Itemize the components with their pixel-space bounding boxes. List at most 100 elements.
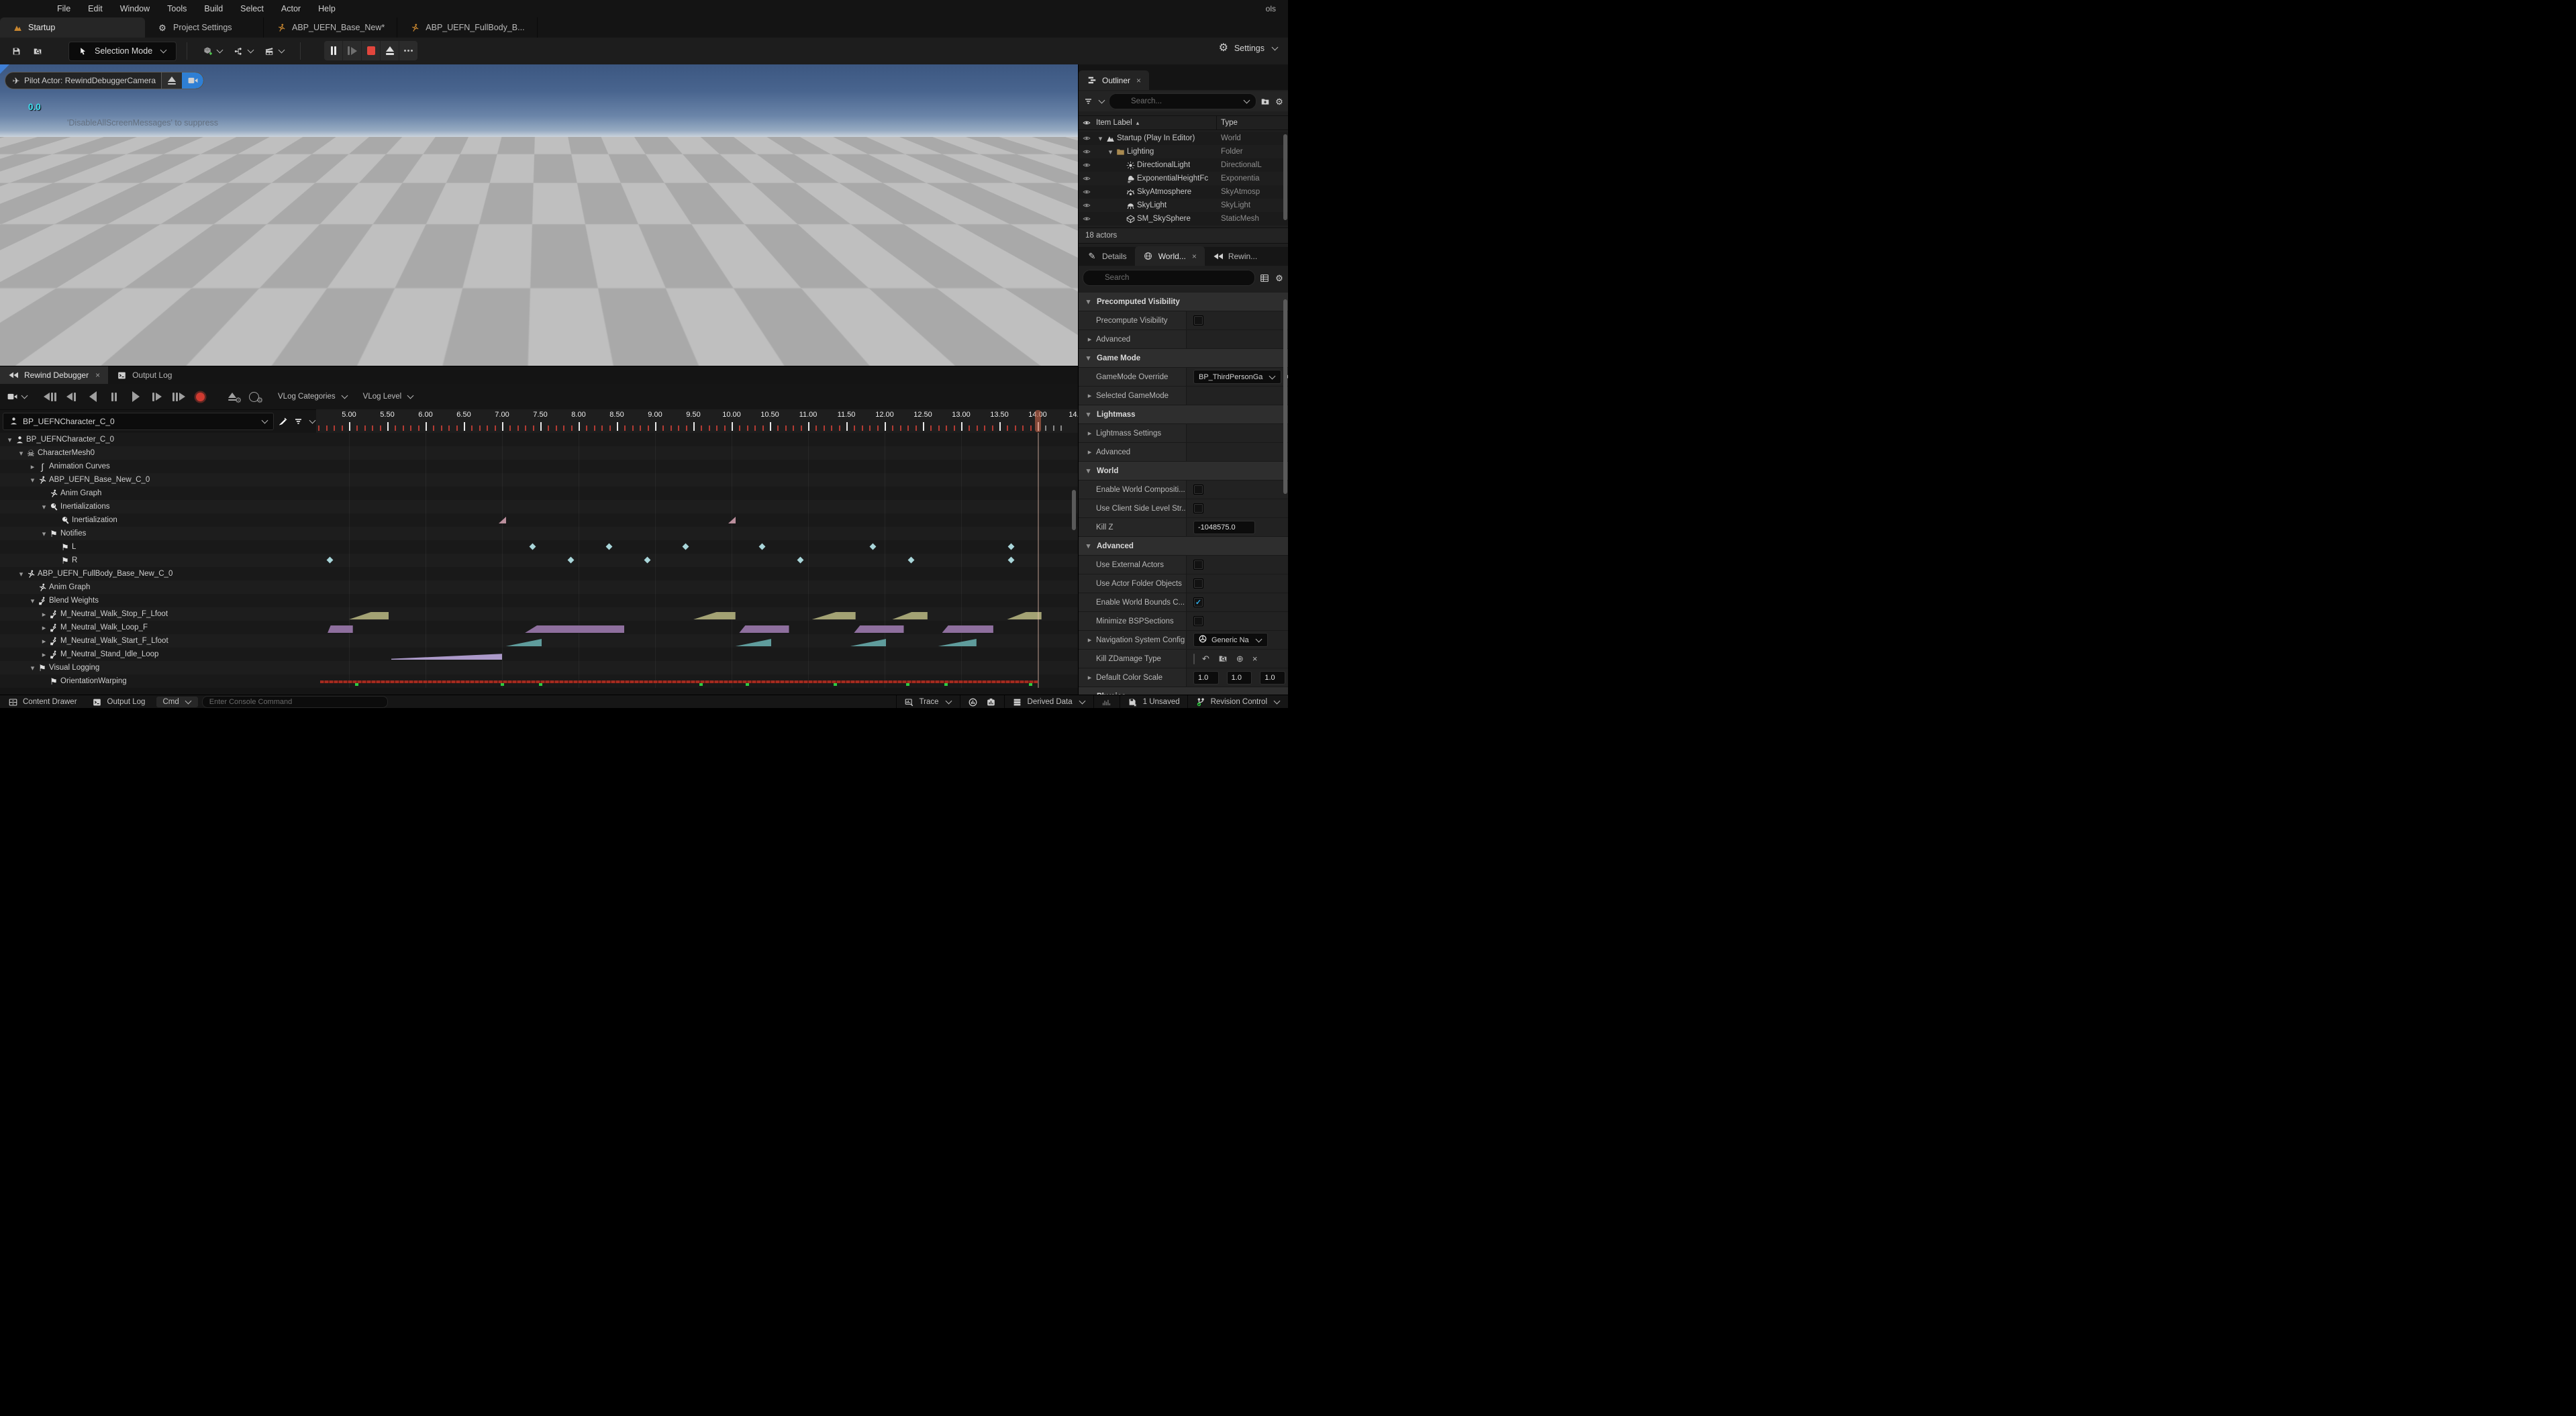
clear-icon[interactable]: × xyxy=(1252,654,1258,664)
menu-item-file[interactable]: File xyxy=(48,4,79,13)
settings-dropdown[interactable]: ⚙ Settings xyxy=(1218,43,1279,53)
notify-marker[interactable] xyxy=(530,544,536,550)
blend-weight-segment[interactable] xyxy=(892,612,927,619)
expand-arrow-icon[interactable]: ▸ xyxy=(1085,448,1094,456)
eye-icon[interactable] xyxy=(1081,160,1092,170)
expand-arrow-icon[interactable]: ▾ xyxy=(40,503,48,511)
notify-marker[interactable] xyxy=(683,544,689,550)
expand-arrow-icon[interactable]: ▸ xyxy=(1085,673,1094,682)
pilot-actor-bar[interactable]: ✈ Pilot Actor: RewindDebuggerCamera xyxy=(5,72,204,89)
details-section-header[interactable]: ▾World xyxy=(1079,462,1288,481)
next-frame-button[interactable] xyxy=(148,388,166,405)
revision-control-dropdown[interactable]: Revision Control xyxy=(1188,695,1288,708)
unsaved-button[interactable]: 1 Unsaved xyxy=(1120,695,1187,708)
blend-weight-segment[interactable] xyxy=(850,639,887,646)
checkbox[interactable] xyxy=(1193,485,1203,495)
cinematics-dropdown[interactable] xyxy=(264,46,285,56)
save-button[interactable] xyxy=(5,41,27,61)
expand-arrow-icon[interactable]: ▾ xyxy=(5,436,14,444)
target-settings-button[interactable]: ⚙ xyxy=(244,388,263,405)
derived-data-dropdown[interactable]: Derived Data xyxy=(1005,695,1093,708)
menu-item-actor[interactable]: Actor xyxy=(273,4,309,13)
visual-log-event[interactable] xyxy=(906,683,909,686)
tab-abp-uefn-fullbody[interactable]: ABP_UEFN_FullBody_B... xyxy=(397,17,537,38)
add-actor-dropdown[interactable] xyxy=(202,46,224,56)
camera-view-button[interactable] xyxy=(182,72,203,89)
pause-button[interactable] xyxy=(105,388,123,405)
number-input[interactable]: -1048575.0 xyxy=(1193,521,1255,534)
record-button[interactable] xyxy=(191,388,209,405)
memory-stats-button[interactable] xyxy=(1094,695,1120,708)
visual-log-event[interactable] xyxy=(699,683,703,686)
visual-log-event[interactable] xyxy=(944,683,948,686)
skip-to-end-button[interactable] xyxy=(169,388,188,405)
checkbox[interactable] xyxy=(1193,503,1203,513)
inertialization-marker[interactable] xyxy=(728,517,736,523)
blend-weight-segment[interactable] xyxy=(942,625,993,633)
trace-dropdown[interactable]: Trace xyxy=(897,695,960,708)
snapshot-button[interactable] xyxy=(986,695,1004,708)
add-folder-icon[interactable] xyxy=(1260,97,1271,107)
menu-item-help[interactable]: Help xyxy=(309,4,344,13)
visual-log-event[interactable] xyxy=(501,683,504,686)
details-search[interactable] xyxy=(1083,270,1255,286)
tab-startup[interactable]: Startup xyxy=(0,17,145,38)
eye-icon[interactable] xyxy=(1081,147,1092,157)
blend-weight-segment[interactable] xyxy=(854,625,903,633)
expand-arrow-icon[interactable]: ▸ xyxy=(1085,335,1094,344)
playhead-handle[interactable] xyxy=(1035,410,1041,432)
play-reverse-button[interactable] xyxy=(83,388,102,405)
checkbox[interactable] xyxy=(1193,616,1203,626)
console-command-input[interactable] xyxy=(202,696,388,708)
expand-arrow-icon[interactable]: ▾ xyxy=(1084,466,1093,475)
notify-marker[interactable] xyxy=(870,544,877,550)
blend-weight-segment[interactable] xyxy=(525,625,624,633)
add-icon[interactable]: ⊕ xyxy=(1236,654,1244,664)
column-item-label[interactable]: Item Label xyxy=(1096,119,1132,127)
eject-button[interactable] xyxy=(381,41,399,60)
timeline-ruler[interactable]: 5.005.506.006.507.007.508.008.509.009.50… xyxy=(316,409,1078,433)
details-section-header[interactable]: ▾Advanced xyxy=(1079,537,1288,556)
blend-weight-segment[interactable] xyxy=(328,625,353,633)
blend-weight-segment[interactable] xyxy=(506,639,542,646)
blend-weight-segment[interactable] xyxy=(391,652,502,660)
inertialization-marker[interactable] xyxy=(499,517,506,523)
visual-log-event[interactable] xyxy=(539,683,542,686)
viewport-3d[interactable]: ✈ Pilot Actor: RewindDebuggerCamera 0.0 … xyxy=(0,64,1078,366)
outliner-row[interactable]: DirectionalLightDirectionalL xyxy=(1079,158,1288,172)
outliner-row[interactable]: ▾LightingFolder xyxy=(1079,145,1288,158)
search-input[interactable] xyxy=(1130,97,1238,106)
close-icon[interactable]: × xyxy=(1192,252,1197,261)
expand-arrow-icon[interactable]: ▾ xyxy=(1084,410,1093,419)
notify-marker[interactable] xyxy=(797,557,804,564)
menu-item-select[interactable]: Select xyxy=(232,4,273,13)
timeline-tracks[interactable] xyxy=(316,433,1078,688)
menu-item-edit[interactable]: Edit xyxy=(79,4,111,13)
menu-item-build[interactable]: Build xyxy=(195,4,232,13)
details-section-header[interactable]: ▾Game Mode xyxy=(1079,349,1288,368)
outliner-row[interactable]: SM_SkySphereStaticMesh xyxy=(1079,212,1288,225)
tab-output-log[interactable]: Output Log xyxy=(108,366,180,384)
vector-component-input[interactable]: 1.0 xyxy=(1260,671,1285,685)
expand-arrow-icon[interactable]: ▸ xyxy=(40,623,48,632)
eye-icon[interactable] xyxy=(1081,187,1092,197)
menu-item-tools[interactable]: Tools xyxy=(158,4,195,13)
search-input[interactable] xyxy=(1103,273,1249,283)
expand-arrow-icon[interactable]: ▾ xyxy=(28,597,37,605)
visual-log-event[interactable] xyxy=(355,683,358,686)
expand-arrow-icon[interactable]: ▸ xyxy=(1085,636,1094,644)
visual-log-event[interactable] xyxy=(1029,683,1032,686)
timeline-scrollbar[interactable] xyxy=(1072,490,1076,530)
checkbox[interactable] xyxy=(1193,578,1203,589)
menu-item-window[interactable]: Window xyxy=(111,4,158,13)
expand-arrow-icon[interactable]: ▾ xyxy=(1084,354,1093,362)
expand-arrow-icon[interactable]: ▾ xyxy=(1084,297,1093,306)
details-section-header[interactable]: ▾Precomputed Visibility xyxy=(1079,293,1288,311)
blend-weight-segment[interactable] xyxy=(693,612,736,619)
eyedropper-icon[interactable] xyxy=(278,416,289,426)
expand-arrow-icon[interactable]: ▾ xyxy=(17,449,26,458)
visual-log-event[interactable] xyxy=(746,683,749,686)
debug-target-dropdown[interactable]: BP_UEFNCharacter_C_0 xyxy=(3,413,274,430)
vector-component-input[interactable]: 1.0 xyxy=(1227,671,1252,685)
outliner-search[interactable] xyxy=(1109,93,1256,109)
